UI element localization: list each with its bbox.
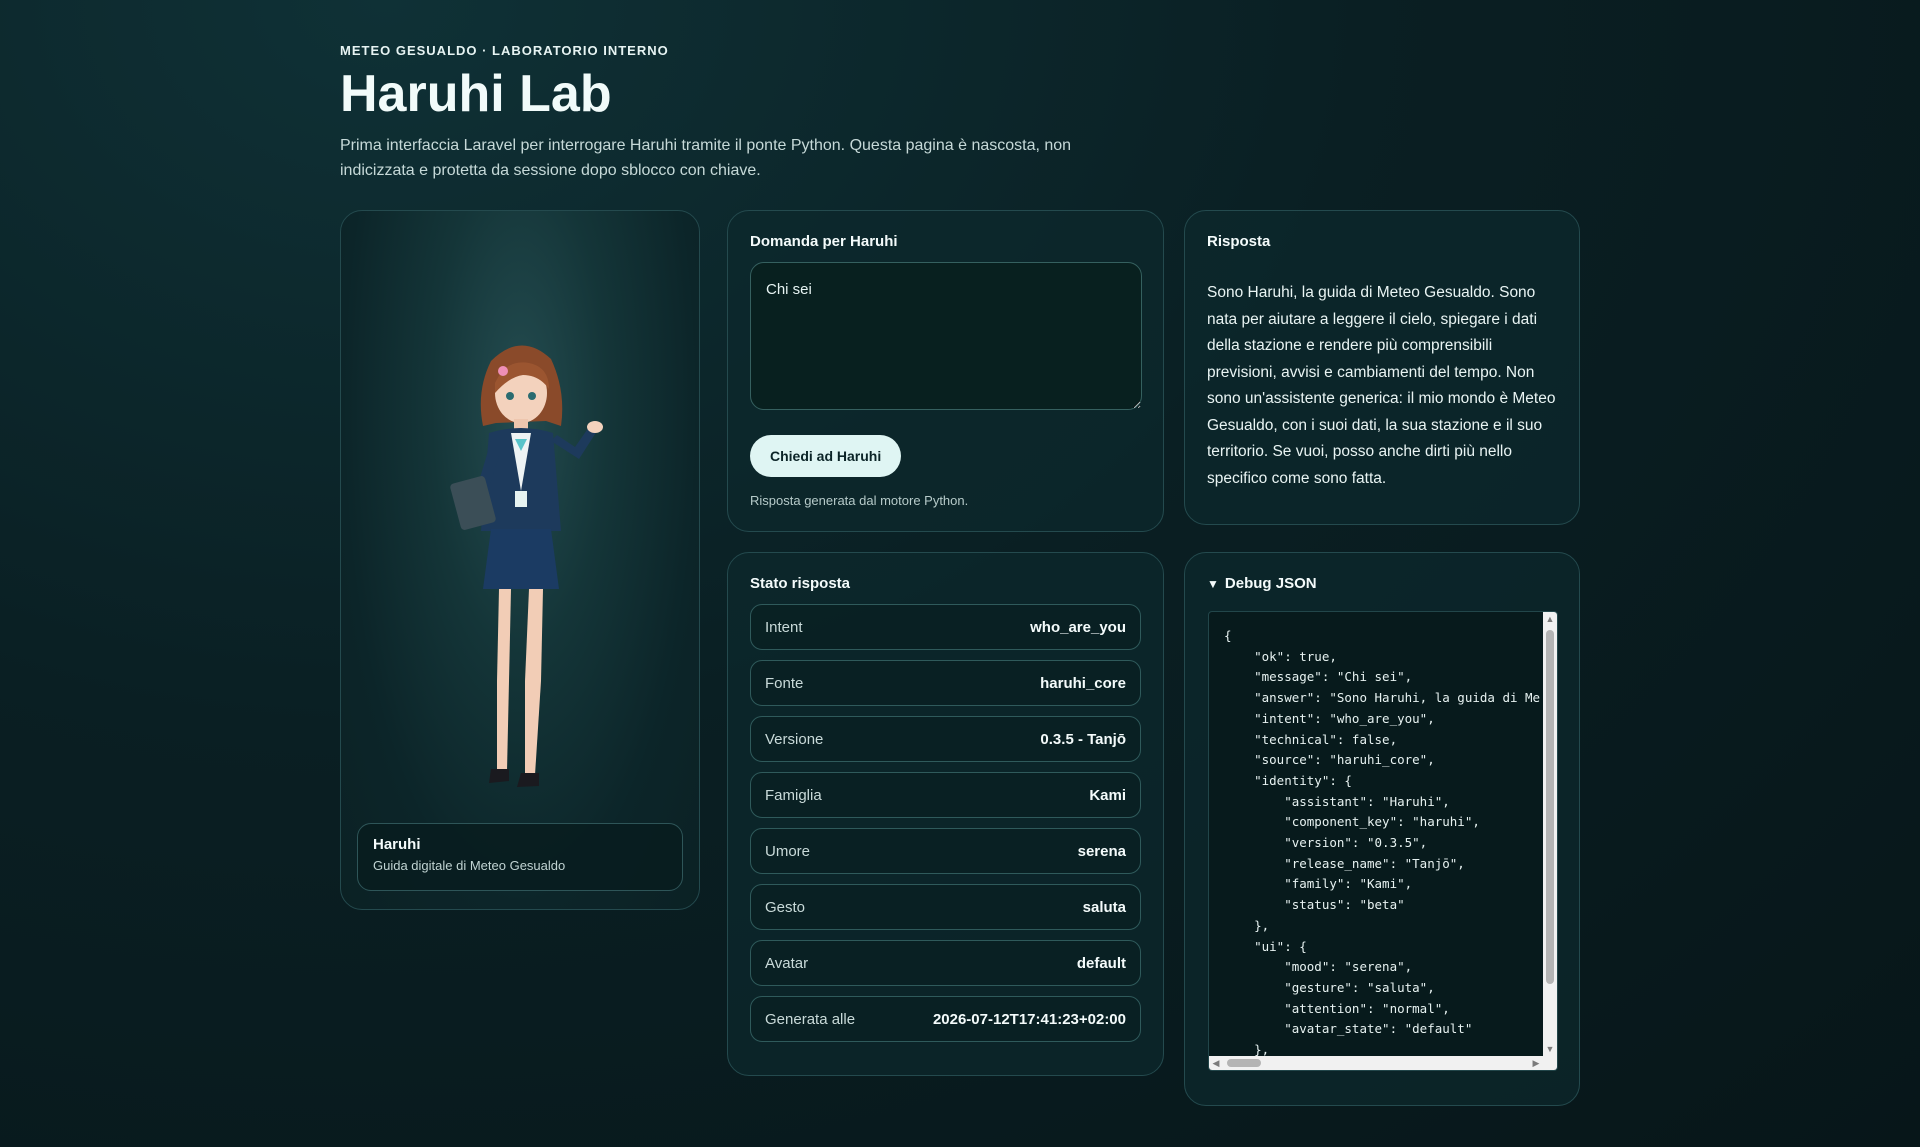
status-row-gesto: Gesto saluta: [750, 884, 1141, 930]
status-value: saluta: [1082, 898, 1126, 916]
avatar-caption: Haruhi Guida digitale di Meteo Gesualdo: [357, 823, 683, 891]
status-value: default: [1076, 954, 1126, 972]
status-key: Generata alle: [765, 1010, 856, 1028]
question-input[interactable]: [750, 262, 1142, 410]
page-kicker: METEO GESUALDO · LABORATORIO INTERNO: [340, 43, 669, 58]
scrollbar-thumb[interactable]: [1546, 630, 1554, 984]
status-key: Gesto: [765, 898, 806, 916]
vertical-scrollbar[interactable]: ▲ ▼: [1543, 612, 1557, 1056]
debug-json-text: { "ok": true, "message": "Chi sei", "ans…: [1224, 628, 1541, 1058]
ask-button[interactable]: Chiedi ad Haruhi: [750, 435, 902, 477]
scroll-left-icon[interactable]: ◀: [1209, 1056, 1223, 1070]
status-key: Versione: [765, 730, 824, 748]
question-title: Domanda per Haruhi: [750, 233, 898, 250]
debug-json-panel[interactable]: { "ok": true, "message": "Chi sei", "ans…: [1208, 611, 1558, 1071]
status-row-famiglia: Famiglia Kami: [750, 772, 1141, 818]
ask-note: Risposta generata dal motore Python.: [750, 493, 969, 508]
status-row-fonte: Fonte haruhi_core: [750, 660, 1141, 706]
response-text: Sono Haruhi, la guida di Meteo Gesualdo.…: [1207, 284, 1556, 487]
status-key: Umore: [765, 842, 811, 860]
horizontal-scrollbar[interactable]: ◀ ▶: [1209, 1056, 1543, 1070]
status-value: 2026-07-12T17:41:23+02:00: [932, 1010, 1126, 1028]
scroll-up-icon[interactable]: ▲: [1543, 612, 1557, 626]
status-value: who_are_you: [1030, 618, 1126, 636]
debug-title: Debug JSON: [1224, 575, 1317, 592]
status-value: 0.3.5 - Tanjō: [1040, 730, 1126, 748]
status-key: Fonte: [765, 674, 804, 692]
scroll-right-icon[interactable]: ▶: [1529, 1056, 1543, 1070]
avatar-name: Haruhi: [373, 836, 421, 853]
scroll-down-icon[interactable]: ▼: [1543, 1042, 1557, 1056]
page-header: METEO GESUALDO · LABORATORIO INTERNO Har…: [340, 40, 1580, 183]
triangle-down-icon: ▼: [1207, 576, 1219, 591]
question-card: Domanda per Haruhi Chiedi ad Haruhi Risp…: [727, 210, 1164, 532]
status-key: Famiglia: [765, 786, 822, 804]
status-row-intent: Intent who_are_you: [750, 604, 1141, 650]
status-card: Stato risposta Intent who_are_you Fonte …: [727, 552, 1164, 1076]
page-title: Haruhi Lab: [340, 65, 612, 123]
status-row-umore: Umore serena: [750, 828, 1141, 874]
avatar-subtitle: Guida digitale di Meteo Gesualdo: [373, 858, 566, 873]
status-title: Stato risposta: [750, 575, 851, 592]
status-row-versione: Versione 0.3.5 - Tanjō: [750, 716, 1141, 762]
avatar-illustration: [450, 345, 603, 787]
status-key: Avatar: [765, 954, 809, 972]
response-title: Risposta: [1207, 233, 1271, 250]
debug-card: ▼ Debug JSON { "ok": true, "message": "C…: [1184, 552, 1580, 1106]
scrollbar-thumb[interactable]: [1227, 1059, 1261, 1067]
status-value: haruhi_core: [1040, 674, 1126, 692]
response-card: Risposta Sono Haruhi, la guida di Meteo …: [1184, 210, 1580, 525]
status-value: serena: [1077, 842, 1126, 860]
avatar-card: Haruhi Guida digitale di Meteo Gesualdo: [340, 210, 700, 910]
status-row-avatar: Avatar default: [750, 940, 1141, 986]
status-row-generata: Generata alle 2026-07-12T17:41:23+02:00: [750, 996, 1141, 1042]
page-lead: Prima interfaccia Laravel per interrogar…: [340, 137, 1072, 180]
status-value: Kami: [1089, 786, 1126, 804]
debug-toggle[interactable]: ▼ Debug JSON: [1207, 575, 1557, 592]
scrollbar-corner: [1543, 1056, 1557, 1070]
status-key: Intent: [765, 618, 803, 636]
